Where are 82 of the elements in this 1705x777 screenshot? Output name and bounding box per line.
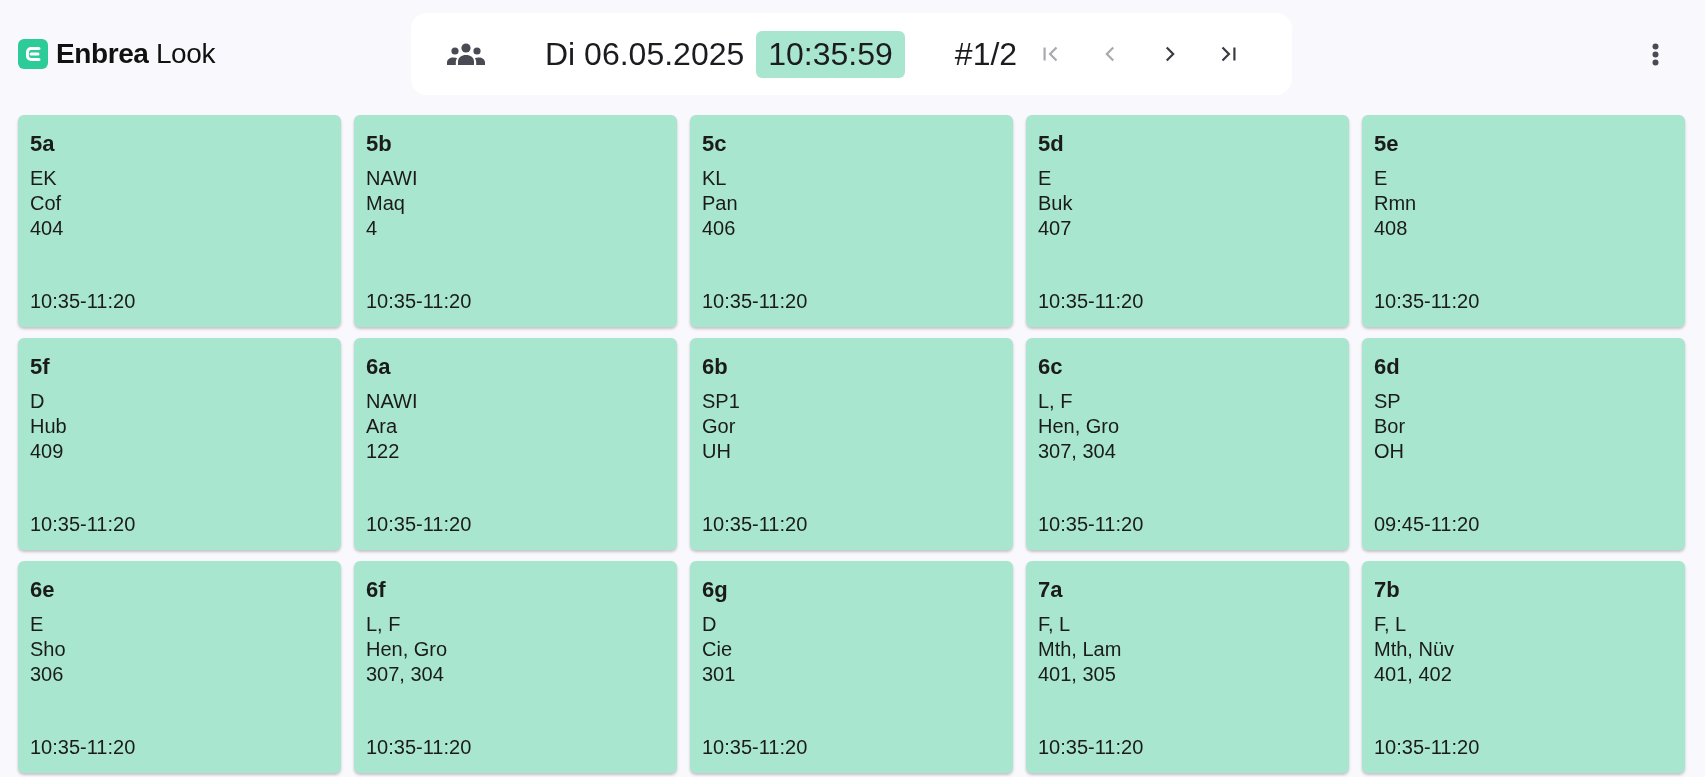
more-menu-icon[interactable] [1651,42,1659,66]
room-text: 4 [366,216,378,241]
class-name: 6d [1374,353,1400,381]
subject-text: E [1038,166,1052,191]
room-text: 408 [1374,216,1408,241]
room-text: UH [702,439,731,464]
subject-text: NAWI [366,166,418,191]
room-text: 122 [366,439,400,464]
room-text: 409 [30,439,64,464]
teacher-text: Sho [30,637,66,662]
class-name: 6c [1038,353,1063,381]
subject-text: E [30,612,44,637]
app-title: Enbrea Look [56,38,216,70]
class-name: 7b [1374,576,1400,604]
room-text: OH [1374,439,1404,464]
logo-icon [18,39,48,69]
class-name: 6g [702,576,728,604]
class-name: 7a [1038,576,1063,604]
subject-text: L, F [366,612,401,637]
teacher-text: Mth, Nüv [1374,637,1455,662]
subject-text: D [30,389,45,414]
teacher-text: Buk [1038,191,1073,216]
subject-text: EK [30,166,57,191]
teacher-text: Hub [30,414,67,439]
time-range: 10:35-11:20 [1038,512,1144,537]
teacher-text: Cof [30,191,62,216]
page-counter: #1/2 [954,35,1018,73]
subject-text: NAWI [366,389,418,414]
room-text: 307, 304 [1038,439,1116,464]
time-range: 10:35-11:20 [1374,289,1480,314]
time-range: 10:35-11:20 [1374,735,1480,760]
room-text: 406 [702,216,736,241]
time-range: 10:35-11:20 [30,512,136,537]
teacher-text: Mth, Lam [1038,637,1122,662]
time-range: 10:35-11:20 [30,735,136,760]
teacher-text: Rmn [1374,191,1417,216]
teacher-text: Ara [366,414,398,439]
class-name: 6b [702,353,728,381]
class-name: 5f [30,353,50,381]
time-range: 10:35-11:20 [366,512,472,537]
subject-text: E [1374,166,1388,191]
room-text: 404 [30,216,64,241]
time-range: 10:35-11:20 [30,289,136,314]
teacher-text: Hen, Gro [366,637,448,662]
class-name: 5c [702,130,727,158]
teacher-text: Bor [1374,414,1406,439]
teacher-text: Pan [702,191,738,216]
subject-text: D [702,612,717,637]
date-text: Di 06.05.2025 [545,35,745,73]
class-name: 6e [30,576,55,604]
time-range: 10:35-11:20 [1038,289,1144,314]
subject-text: SP [1374,389,1401,414]
time-range: 10:35-11:20 [702,512,808,537]
room-text: 407 [1038,216,1072,241]
room-text: 306 [30,662,64,687]
class-name: 5e [1374,130,1399,158]
class-name: 6f [366,576,386,604]
time-range: 10:35-11:20 [702,735,808,760]
time-range: 10:35-11:20 [702,289,808,314]
teacher-text: Hen, Gro [1038,414,1120,439]
class-name: 5a [30,130,55,158]
teacher-text: Gor [702,414,736,439]
class-name: 6a [366,353,391,381]
time-range: 09:45-11:20 [1374,512,1480,537]
room-text: 401, 402 [1374,662,1452,687]
subject-text: SP1 [702,389,740,414]
people-icon[interactable] [447,43,485,65]
time-display: 10:35:59 [756,30,905,78]
subject-text: L, F [1038,389,1073,414]
subject-text: F, L [1038,612,1071,637]
room-text: 401, 305 [1038,662,1116,687]
class-name: 5d [1038,130,1064,158]
room-text: 301 [702,662,736,687]
room-text: 307, 304 [366,662,444,687]
teacher-text: Cie [702,637,732,662]
time-range: 10:35-11:20 [366,289,472,314]
subject-text: KL [702,166,727,191]
time-range: 10:35-11:20 [366,735,472,760]
time-range: 10:35-11:20 [1038,735,1144,760]
class-name: 5b [366,130,392,158]
teacher-text: Maq [366,191,405,216]
subject-text: F, L [1374,612,1407,637]
